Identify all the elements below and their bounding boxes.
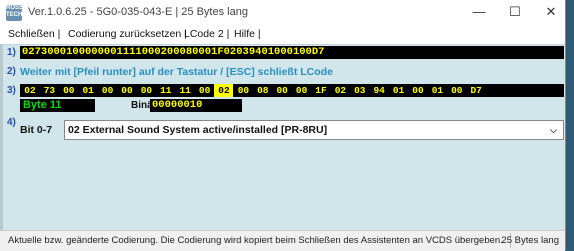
byte-cell-3[interactable]: 00 xyxy=(58,84,79,97)
byte-cell-7[interactable]: 00 xyxy=(136,84,157,97)
menu-item-codierung-zuruecksetzen[interactable]: Codierung zurücksetzen | xyxy=(68,28,187,40)
byte-cell-26[interactable] xyxy=(505,84,525,97)
byte-cell-27[interactable] xyxy=(524,84,545,97)
byte-cell-15[interactable]: 00 xyxy=(291,84,312,97)
byte-cell-9[interactable]: 11 xyxy=(175,84,196,97)
byte-cell-20[interactable]: 01 xyxy=(388,84,409,97)
byte-cell-21[interactable]: 00 xyxy=(408,84,428,97)
byte-cell-14[interactable]: 00 xyxy=(272,84,293,97)
byte-cell-28[interactable] xyxy=(543,84,564,97)
byte-cell-12[interactable]: 00 xyxy=(233,84,254,97)
window-title: Ver.1.0.6.25 - 5G0-035-043-E | 25 Bytes … xyxy=(28,6,248,18)
menu-bar: Schließen | Codierung zurücksetzen | LCo… xyxy=(0,26,565,44)
lcode-window: ROSS TECH Ver.1.0.6.25 - 5G0-035-043-E |… xyxy=(0,0,566,251)
status-byte-length: 25 Bytes lang xyxy=(501,235,559,246)
byte-cell-13[interactable]: 08 xyxy=(252,84,273,97)
byte-cell-16[interactable]: 1F xyxy=(311,84,331,97)
close-button[interactable]: ✕ xyxy=(541,4,561,20)
byte-cell-10[interactable]: 00 xyxy=(194,84,215,97)
row-number-3: 3) xyxy=(7,85,16,96)
byte-cell-24[interactable]: D7 xyxy=(466,84,487,97)
title-bar: ROSS TECH Ver.1.0.6.25 - 5G0-035-043-E |… xyxy=(0,0,565,26)
byte-cell-11[interactable]: 02 xyxy=(214,84,234,97)
bit-range-label: Bit 0-7 xyxy=(20,124,53,136)
selected-byte-label: Byte 11 xyxy=(20,99,95,112)
chevron-down-icon: ⌵ xyxy=(550,125,557,135)
menu-item-schliessen[interactable]: Schließen | xyxy=(8,28,60,40)
byte-cell-18[interactable]: 03 xyxy=(349,84,370,97)
menu-item-lcode2[interactable]: LCode 2 | xyxy=(184,28,229,40)
status-message: Aktuelle bzw. geänderte Codierung. Die C… xyxy=(8,235,503,246)
byte-cell-17[interactable]: 02 xyxy=(330,84,351,97)
row-number-4: 4) xyxy=(7,117,16,128)
byte-cell-1[interactable]: 02 xyxy=(20,84,40,97)
byte-cell-2[interactable]: 73 xyxy=(39,84,60,97)
binary-value-field[interactable]: 00000010 xyxy=(150,99,242,112)
byte-cell-22[interactable]: 01 xyxy=(427,84,448,97)
bit-option-dropdown[interactable]: 02 External Sound System active/installe… xyxy=(64,120,564,140)
byte-cell-19[interactable]: 94 xyxy=(369,84,390,97)
row-number-2: 2) xyxy=(7,66,16,77)
byte-cell-5[interactable]: 00 xyxy=(97,84,118,97)
row-number-1: 1) xyxy=(7,47,16,58)
byte-cell-6[interactable]: 00 xyxy=(117,84,137,97)
coding-string-field[interactable]: 0273000100000001111000200080001F02039401… xyxy=(20,46,564,59)
minimize-button[interactable]: — xyxy=(469,4,489,20)
byte-cell-4[interactable]: 01 xyxy=(78,84,99,97)
bit-option-selected: 02 External Sound System active/installe… xyxy=(68,124,328,136)
maximize-button[interactable]: ☐ xyxy=(505,4,525,20)
app-logo-icon: ROSS TECH xyxy=(6,5,23,21)
status-bar: Aktuelle bzw. geänderte Codierung. Die C… xyxy=(0,230,565,251)
menu-item-hilfe[interactable]: Hilfe | xyxy=(234,28,261,40)
byte-cell-8[interactable]: 11 xyxy=(155,84,176,97)
coding-panel: 1) 0273000100000001111000200080001F02039… xyxy=(3,44,565,231)
byte-cell-25[interactable] xyxy=(485,84,506,97)
keyboard-hint: Weiter mit [Pfeil runter] auf der Tastat… xyxy=(20,66,333,78)
byte-cell-23[interactable]: 00 xyxy=(446,84,467,97)
